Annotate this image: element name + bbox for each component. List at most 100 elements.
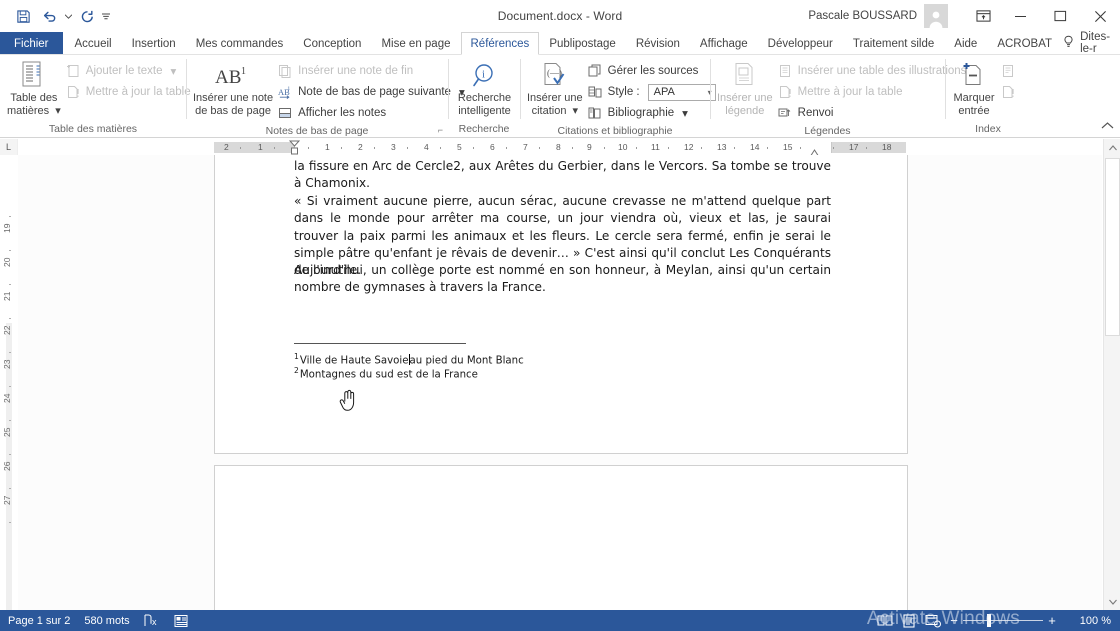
smart-lookup-label-1: Recherche: [457, 92, 512, 104]
update-figures-table-button[interactable]: Mettre à jour la table: [773, 82, 971, 102]
right-margin-band: [832, 142, 906, 153]
next-footnote-button[interactable]: AB 1 Note de bas de page suivante ▾: [273, 82, 469, 102]
tab-conception[interactable]: Conception: [293, 32, 371, 54]
show-notes-button[interactable]: Afficher les notes: [273, 103, 469, 123]
tab-mes-commandes[interactable]: Mes commandes: [186, 32, 294, 54]
ribbon-group-legendes: Insérer une légende Insérer une table de…: [710, 55, 966, 137]
zoom-slider[interactable]: [963, 610, 1043, 631]
table-of-contents-button[interactable]: Table des matières ▾: [7, 58, 61, 118]
avatar[interactable]: [924, 4, 948, 28]
tab-publipostage[interactable]: Publipostage: [539, 32, 626, 54]
manage-sources-button[interactable]: Gérer les sources: [583, 61, 720, 81]
insert-citation-button[interactable]: (—) Insérer une citation ▾: [527, 58, 583, 118]
scrollbar-thumb[interactable]: [1105, 158, 1120, 336]
insert-footnote-button[interactable]: AB 1 Insérer une note de bas de page: [193, 58, 273, 118]
user-account-name[interactable]: Pascale BOUSSARD: [808, 10, 917, 22]
tab-affichage[interactable]: Affichage: [690, 32, 758, 54]
horizontal-ruler[interactable]: 2 1 1 2 3 4 5 6 7 8 9 10 11 12 13 14 15 …: [18, 139, 1102, 158]
ruler-tick-label: 13: [717, 142, 727, 152]
insert-index-button[interactable]: [996, 61, 1025, 81]
close-button[interactable]: [1080, 0, 1120, 32]
accessibility-checker-icon[interactable]: [174, 614, 189, 628]
maximize-button[interactable]: [1040, 0, 1080, 32]
insert-table-of-figures-button[interactable]: Insérer une table des illustrations: [773, 61, 971, 81]
vertical-ruler[interactable]: 19 20 21 22 23 24 25 26 27: [0, 155, 18, 610]
tell-me-box[interactable]: Dites-le-r: [1062, 31, 1120, 55]
ruler-tick-label: 8: [556, 142, 561, 152]
tab-acrobat[interactable]: ACROBAT: [987, 32, 1062, 54]
ribbon-group-recherche: i Recherche intelligente Recherche: [448, 55, 520, 137]
collapse-ribbon-button[interactable]: [1101, 117, 1114, 135]
tab-traitement-silde[interactable]: Traitement silde: [843, 32, 944, 54]
ribbon-group-notes-de-bas-de-page: AB 1 Insérer une note de bas de page Insé…: [186, 55, 465, 138]
tab-strip-right: Dites-le-r Partager: [1062, 31, 1120, 55]
bibliography-button[interactable]: Bibliographie ▾: [583, 103, 720, 123]
footnote-marker: 2: [294, 366, 299, 375]
tab-fichier[interactable]: Fichier: [0, 32, 63, 54]
cross-reference-icon: [777, 105, 793, 121]
tell-me-label: Dites-le-r: [1080, 31, 1111, 55]
insert-caption-button[interactable]: Insérer une légende: [717, 58, 773, 118]
mark-entry-label-2: entrée: [958, 105, 990, 117]
page-2[interactable]: [214, 465, 908, 610]
next-footnote-icon: AB 1: [277, 84, 293, 100]
word-count[interactable]: 580 mots: [84, 615, 129, 627]
manage-sources-icon: [587, 63, 603, 79]
tab-insertion[interactable]: Insertion: [122, 32, 186, 54]
document-paragraph[interactable]: Aujourd'hui, un collège porte est nommé …: [294, 262, 831, 297]
add-text-label: Ajouter le texte: [85, 65, 163, 77]
ribbon-display-options-button[interactable]: [966, 0, 1000, 32]
page-1[interactable]: la fissure en Arc de Cercle2, aux Arêtes…: [214, 155, 908, 454]
document-paragraph[interactable]: la fissure en Arc de Cercle2, aux Arêtes…: [294, 158, 831, 193]
citation-style-row: Style : APA ▾: [583, 82, 720, 102]
minimize-button[interactable]: [1000, 0, 1040, 32]
cross-reference-button[interactable]: Renvoi: [773, 103, 971, 123]
print-layout-view-button[interactable]: [897, 610, 921, 631]
footnote-2[interactable]: 2Montagnes du sud est de la France: [294, 364, 794, 383]
mark-entry-button[interactable]: Marquer entrée: [952, 58, 996, 118]
tab-aide[interactable]: Aide: [944, 32, 987, 54]
web-layout-view-button[interactable]: [921, 610, 945, 631]
insert-citation-icon: (—): [540, 60, 570, 92]
page-indicator[interactable]: Page 1 sur 2: [8, 615, 70, 627]
title-bar-right-controls: Pascale BOUSSARD: [808, 0, 1120, 32]
zoom-out-button[interactable]: −: [945, 610, 963, 631]
vruler-tick-label: 19: [2, 223, 12, 233]
zoom-slider-handle[interactable]: [987, 614, 991, 627]
zoom-level[interactable]: 100 %: [1071, 615, 1111, 627]
tab-references[interactable]: Références: [460, 32, 540, 55]
vertical-scrollbar[interactable]: [1103, 139, 1120, 610]
footnote-separator: [294, 343, 466, 344]
svg-text:1: 1: [241, 66, 246, 77]
citation-small-buttons: Gérer les sources Style : APA ▾ Bibliogr…: [583, 58, 720, 123]
tab-developpeur[interactable]: Développeur: [758, 32, 843, 54]
proofing-language-icon[interactable]: x: [144, 614, 160, 627]
scroll-up-button[interactable]: [1104, 139, 1120, 156]
status-bar-left: Page 1 sur 2 580 mots x: [0, 614, 189, 628]
smart-lookup-label-2: intelligente: [458, 105, 511, 117]
insert-citation-label-2: citation: [531, 105, 567, 117]
group-label-table-des-matieres: Table des matières: [48, 123, 138, 135]
chevron-down-icon: ▾: [682, 108, 688, 120]
read-mode-view-button[interactable]: [873, 610, 897, 631]
update-index-button[interactable]: [996, 82, 1025, 102]
footnote-dialog-launcher[interactable]: ⌐: [438, 122, 443, 138]
citation-style-select[interactable]: APA ▾: [647, 83, 716, 101]
footnote-2-text: Montagnes du sud est de la France: [299, 369, 478, 381]
scroll-down-button[interactable]: [1104, 593, 1120, 610]
smart-lookup-button[interactable]: i Recherche intelligente: [455, 58, 514, 118]
ruler-tick-label: 15: [783, 142, 793, 152]
document-canvas[interactable]: la fissure en Arc de Cercle2, aux Arêtes…: [18, 155, 1102, 610]
vruler-tick-label: 25: [2, 427, 12, 437]
insert-endnote-button[interactable]: Insérer une note de fin: [273, 61, 469, 81]
cross-reference-label: Renvoi: [797, 107, 834, 119]
tab-revision[interactable]: Révision: [626, 32, 690, 54]
style-icon: [587, 84, 603, 100]
zoom-in-button[interactable]: +: [1043, 610, 1061, 631]
update-table-button[interactable]: Mettre à jour la table: [61, 82, 195, 102]
tab-mise-en-page[interactable]: Mise en page: [371, 32, 460, 54]
tab-accueil[interactable]: Accueil: [65, 32, 122, 54]
add-text-button[interactable]: Ajouter le texte ▾: [61, 61, 195, 81]
tab-stop-selector[interactable]: L: [0, 139, 18, 155]
toc-label-2: matières: [7, 105, 50, 117]
